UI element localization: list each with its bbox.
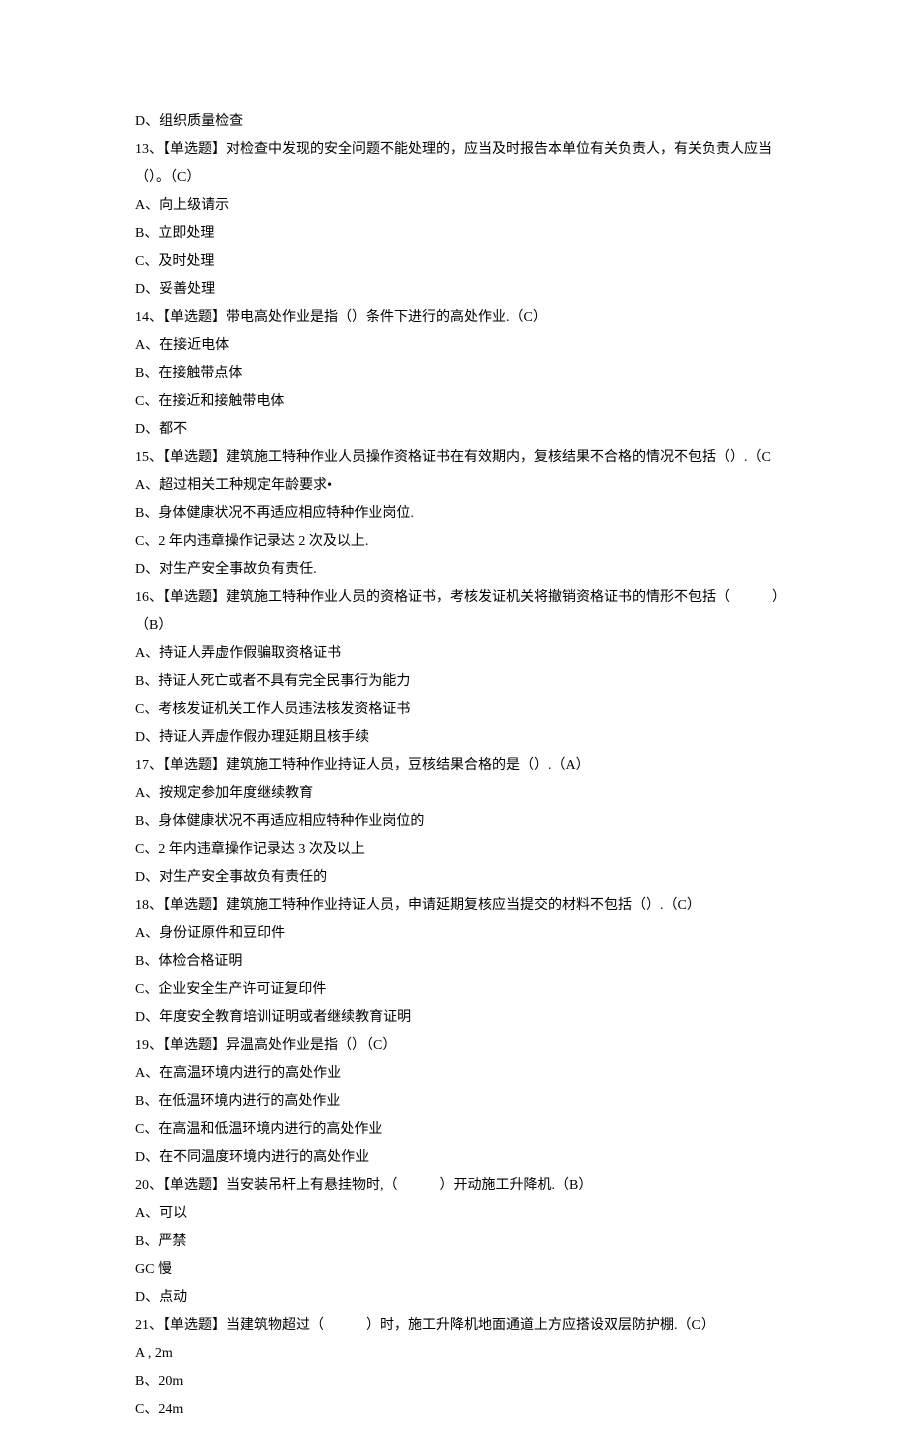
text-line: D、对生产安全事故负有责任的 [135,864,785,892]
text-line: A、向上级请示 [135,192,785,220]
text-line: 18、【单选题】建筑施工特种作业持证人员，申请延期复核应当提交的材料不包括（）.… [135,892,785,920]
text-line: D、妥善处理 [135,276,785,304]
text-line: B、持证人死亡或者不具有完全民事行为能力 [135,668,785,696]
text-line: C、2 年内违章操作记录达 3 次及以上 [135,836,785,864]
text-line: C、考核发证机关工作人员违法核发资格证书 [135,696,785,724]
text-line: D、年度安全教育培训证明或者继续教育证明 [135,1004,785,1032]
text-line: 16、【单选题】建筑施工特种作业人员的资格证书，考核发证机关将撤销资格证书的情形… [135,584,785,640]
text-line: B、严禁 [135,1228,785,1256]
text-line: 13、【单选题】对检查中发现的安全问题不能处理的，应当及时报告本单位有关负责人，… [135,136,785,192]
text-line: D、持证人弄虚作假办理延期且核手续 [135,724,785,752]
text-line: A、身份证原件和豆印件 [135,920,785,948]
text-line: C、企业安全生产许可证复印件 [135,976,785,1004]
text-line: B、在低温环境内进行的高处作业 [135,1088,785,1116]
text-line: C、在接近和接触带电体 [135,388,785,416]
text-line: A、在高温环境内进行的高处作业 [135,1060,785,1088]
text-line: 19、【单选题】异温高处作业是指（）（C） [135,1032,785,1060]
text-line: A、按规定参加年度继续教育 [135,780,785,808]
text-line: C、24m [135,1396,785,1424]
text-line: B、在接触带点体 [135,360,785,388]
text-line: D、对生产安全事故负有责任. [135,556,785,584]
text-line: D、在不同温度环境内进行的高处作业 [135,1144,785,1172]
text-line: 21、【单选题】当建筑物超过（ ）时，施工升降机地面通道上方应搭设双层防护棚.（… [135,1312,785,1340]
text-line: 17、【单选题】建筑施工特种作业持证人员，豆核结果合格的是（）.（A） [135,752,785,780]
text-line: 15、【单选题】建筑施工特种作业人员操作资格证书在有效期内，复核结果不合格的情况… [135,444,785,472]
text-line: D、点动 [135,1284,785,1312]
question-document: D、组织质量检查13、【单选题】对检查中发现的安全问题不能处理的，应当及时报告本… [135,108,785,1424]
text-line: C、在高温和低温环境内进行的高处作业 [135,1116,785,1144]
text-line: C、2 年内违章操作记录达 2 次及以上. [135,528,785,556]
text-line: A、超过相关工种规定年龄要求• [135,472,785,500]
text-line: 20、【单选题】当安装吊杆上有悬挂物时,（ ）开动施工升降机.（B） [135,1172,785,1200]
text-line: B、身体健康状况不再适应相应特种作业岗位的 [135,808,785,836]
text-line: B、身体健康状况不再适应相应特种作业岗位. [135,500,785,528]
text-line: A , 2m [135,1340,785,1368]
text-line: B、体检合格证明 [135,948,785,976]
text-line: B、立即处理 [135,220,785,248]
text-line: GC 慢 [135,1256,785,1284]
text-line: 14、【单选题】带电高处作业是指（）条件下进行的高处作业.（C） [135,304,785,332]
text-line: D、组织质量检查 [135,108,785,136]
text-line: A、可以 [135,1200,785,1228]
text-line: D、都不 [135,416,785,444]
text-line: B、20m [135,1368,785,1396]
text-line: A、在接近电体 [135,332,785,360]
text-line: A、持证人弄虚作假骗取资格证书 [135,640,785,668]
text-line: C、及时处理 [135,248,785,276]
